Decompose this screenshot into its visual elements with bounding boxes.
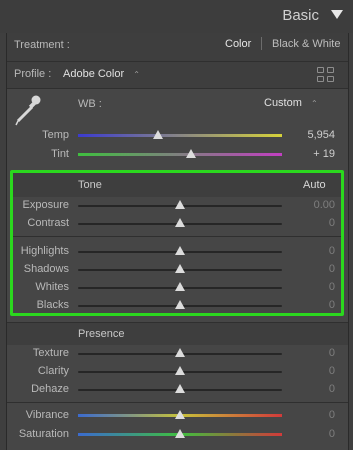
temp-label: Temp: [42, 129, 69, 141]
texture-label: Texture: [32, 347, 69, 359]
vibrance-label: Vibrance: [25, 409, 69, 421]
tone-highlight-box: [10, 170, 344, 316]
profile-dropdown[interactable]: Adobe Color ⌃: [63, 68, 140, 80]
tint-slider-track[interactable]: [78, 153, 282, 156]
collapse-triangle-icon[interactable]: [331, 10, 343, 19]
white-balance-eyedropper-icon[interactable]: [14, 93, 44, 127]
saturation-label: Saturation: [18, 428, 69, 440]
dehaze-label: Dehaze: [31, 383, 69, 395]
tint-value[interactable]: + 19: [290, 148, 335, 160]
presence-title: Presence: [78, 328, 125, 340]
profile-browser-grid-icon[interactable]: [317, 67, 335, 83]
temp-slider-thumb[interactable]: [153, 130, 163, 139]
clarity-value[interactable]: 0: [290, 365, 335, 377]
texture-value[interactable]: 0: [290, 347, 335, 359]
panel-header[interactable]: Basic: [0, 0, 353, 33]
dehaze-slider-thumb[interactable]: [175, 384, 185, 393]
temp-slider-track[interactable]: [78, 134, 282, 137]
wb-dropdown[interactable]: Custom ⌃: [264, 97, 318, 109]
tint-label: Tint: [51, 148, 69, 160]
chevron-updown-icon: ⌃: [133, 70, 140, 79]
treatment-label: Treatment :: [14, 39, 70, 51]
clarity-label: Clarity: [37, 365, 69, 377]
dehaze-value[interactable]: 0: [290, 383, 335, 395]
tint-slider-thumb[interactable]: [186, 149, 196, 158]
saturation-slider-thumb[interactable]: [175, 429, 185, 438]
separator: [7, 88, 348, 89]
saturation-value[interactable]: 0: [290, 428, 335, 440]
clarity-slider-thumb[interactable]: [175, 366, 185, 375]
wb-value: Custom: [264, 97, 302, 109]
vibrance-value[interactable]: 0: [290, 409, 335, 421]
presence-header-row: [7, 323, 348, 345]
treatment-color-option[interactable]: Color: [225, 38, 251, 50]
profile-value: Adobe Color: [63, 68, 125, 80]
profile-label: Profile :: [14, 68, 52, 80]
treatment-bw-option[interactable]: Black & White: [272, 38, 340, 50]
wb-label: WB :: [78, 98, 102, 110]
chevron-updown-icon: ⌃: [310, 99, 318, 108]
vibrance-slider-thumb[interactable]: [175, 410, 185, 419]
profile-row: [7, 62, 348, 88]
treatment-divider: [261, 37, 262, 50]
texture-slider-thumb[interactable]: [175, 348, 185, 357]
temp-value[interactable]: 5,954: [290, 129, 335, 141]
separator: [7, 402, 348, 403]
panel-title: Basic: [282, 7, 319, 24]
